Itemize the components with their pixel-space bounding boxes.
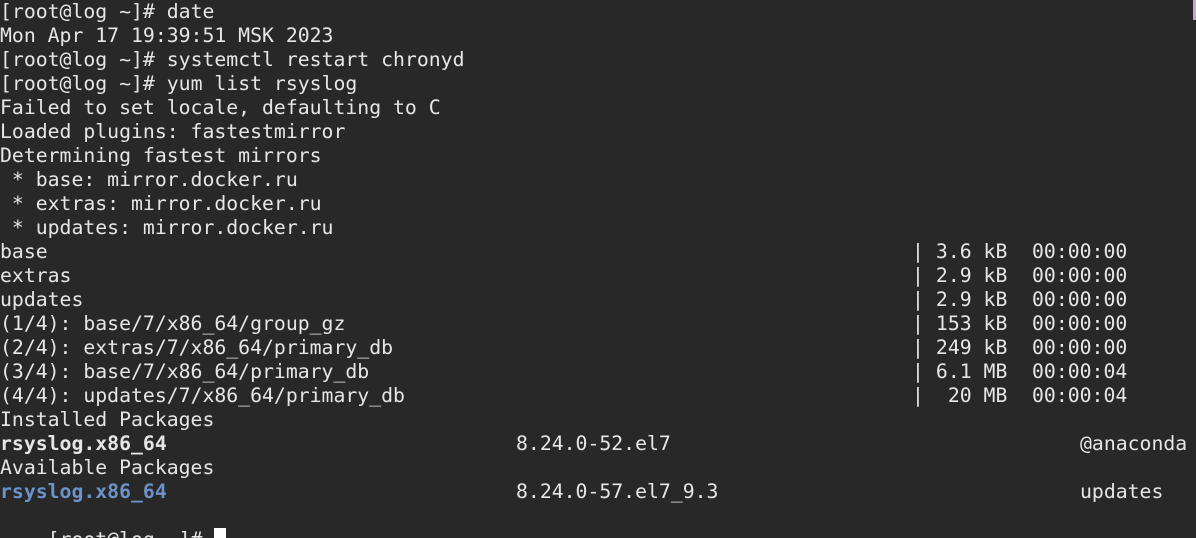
download-size: 20 MB bbox=[924, 384, 1008, 407]
terminal-window[interactable]: [root@log ~]# date Mon Apr 17 19:39:51 M… bbox=[0, 0, 1196, 538]
available-heading: Available Packages bbox=[0, 456, 215, 479]
download-size: 2.9 kB bbox=[924, 264, 1008, 287]
column-separator: | bbox=[912, 360, 924, 383]
download-time: 00:00:00 bbox=[1032, 240, 1128, 263]
column-separator: | bbox=[912, 384, 924, 407]
terminal-line: [root@log ~]# yum list rsyslog bbox=[0, 72, 357, 96]
active-prompt-line[interactable]: [root@log ~]# bbox=[0, 504, 227, 538]
download-time: 00:00:00 bbox=[1032, 312, 1128, 335]
package-version: 8.24.0-52.el7 bbox=[516, 432, 671, 455]
download-size: 2.9 kB bbox=[924, 288, 1008, 311]
download-row: extras | 2.9 kB 00:00:00 bbox=[0, 264, 1196, 288]
column-separator: | bbox=[912, 288, 924, 311]
download-time: 00:00:00 bbox=[1032, 336, 1128, 359]
column-separator: | bbox=[912, 264, 924, 287]
shell-prompt: [root@log ~]# bbox=[48, 528, 203, 538]
download-row: updates | 2.9 kB 00:00:00 bbox=[0, 288, 1196, 312]
package-version: 8.24.0-57.el7_9.3 bbox=[516, 480, 719, 503]
column-separator: | bbox=[912, 336, 924, 359]
command-text: date bbox=[166, 0, 215, 23]
download-row: (1/4): base/7/x86_64/group_gz | 153 kB 0… bbox=[0, 312, 1196, 336]
output-line: Mon Apr 17 19:39:51 MSK 2023 bbox=[0, 24, 334, 47]
package-row-installed: rsyslog.x86_64 8.24.0-52.el7 @anaconda bbox=[0, 432, 1196, 456]
download-name: (4/4): updates/7/x86_64/primary_db bbox=[0, 384, 405, 407]
column-separator: | bbox=[912, 312, 924, 335]
package-row-available: rsyslog.x86_64 8.24.0-57.el7_9.3 updates bbox=[0, 480, 1196, 504]
download-name: (2/4): extras/7/x86_64/primary_db bbox=[0, 336, 394, 359]
output-line: Determining fastest mirrors bbox=[0, 144, 322, 167]
output-line: Loaded plugins: fastestmirror bbox=[0, 120, 346, 143]
download-time: 00:00:00 bbox=[1032, 264, 1128, 287]
download-time: 00:00:04 bbox=[1032, 360, 1128, 383]
download-size: 6.1 MB bbox=[924, 360, 1008, 383]
download-time: 00:00:04 bbox=[1032, 384, 1128, 407]
package-repo: updates bbox=[1080, 480, 1164, 503]
download-name: updates bbox=[0, 288, 84, 311]
download-size: 3.6 kB bbox=[924, 240, 1008, 263]
download-size: 249 kB bbox=[924, 336, 1008, 359]
command-text: yum list rsyslog bbox=[166, 72, 358, 95]
package-name: rsyslog.x86_64 bbox=[0, 432, 167, 455]
download-row: (2/4): extras/7/x86_64/primary_db | 249 … bbox=[0, 336, 1196, 360]
terminal-line: [root@log ~]# systemctl restart chronyd bbox=[0, 48, 464, 72]
shell-prompt: [root@log ~]# bbox=[0, 72, 155, 95]
command-text: systemctl restart chronyd bbox=[166, 48, 465, 71]
shell-prompt: [root@log ~]# bbox=[0, 0, 155, 23]
package-repo: @anaconda bbox=[1080, 432, 1188, 455]
download-name: (3/4): base/7/x86_64/primary_db bbox=[0, 360, 370, 383]
download-row: (3/4): base/7/x86_64/primary_db | 6.1 MB… bbox=[0, 360, 1196, 384]
shell-prompt: [root@log ~]# bbox=[0, 48, 155, 71]
output-line: * extras: mirror.docker.ru bbox=[0, 192, 322, 215]
download-row: base | 3.6 kB 00:00:00 bbox=[0, 240, 1196, 264]
column-separator: | bbox=[912, 240, 924, 263]
output-line: Failed to set locale, defaulting to C bbox=[0, 96, 441, 119]
package-name: rsyslog.x86_64 bbox=[0, 480, 167, 503]
download-name: (1/4): base/7/x86_64/group_gz bbox=[0, 312, 346, 335]
output-line: * updates: mirror.docker.ru bbox=[0, 216, 334, 239]
download-time: 00:00:00 bbox=[1032, 288, 1128, 311]
text-cursor[interactable] bbox=[214, 528, 227, 538]
installed-heading: Installed Packages bbox=[0, 408, 215, 431]
download-name: base bbox=[0, 240, 48, 263]
output-line: * base: mirror.docker.ru bbox=[0, 168, 298, 191]
download-size: 153 kB bbox=[924, 312, 1008, 335]
download-row: (4/4): updates/7/x86_64/primary_db | 20 … bbox=[0, 384, 1196, 408]
download-name: extras bbox=[0, 264, 72, 287]
terminal-line: [root@log ~]# date bbox=[0, 0, 214, 24]
